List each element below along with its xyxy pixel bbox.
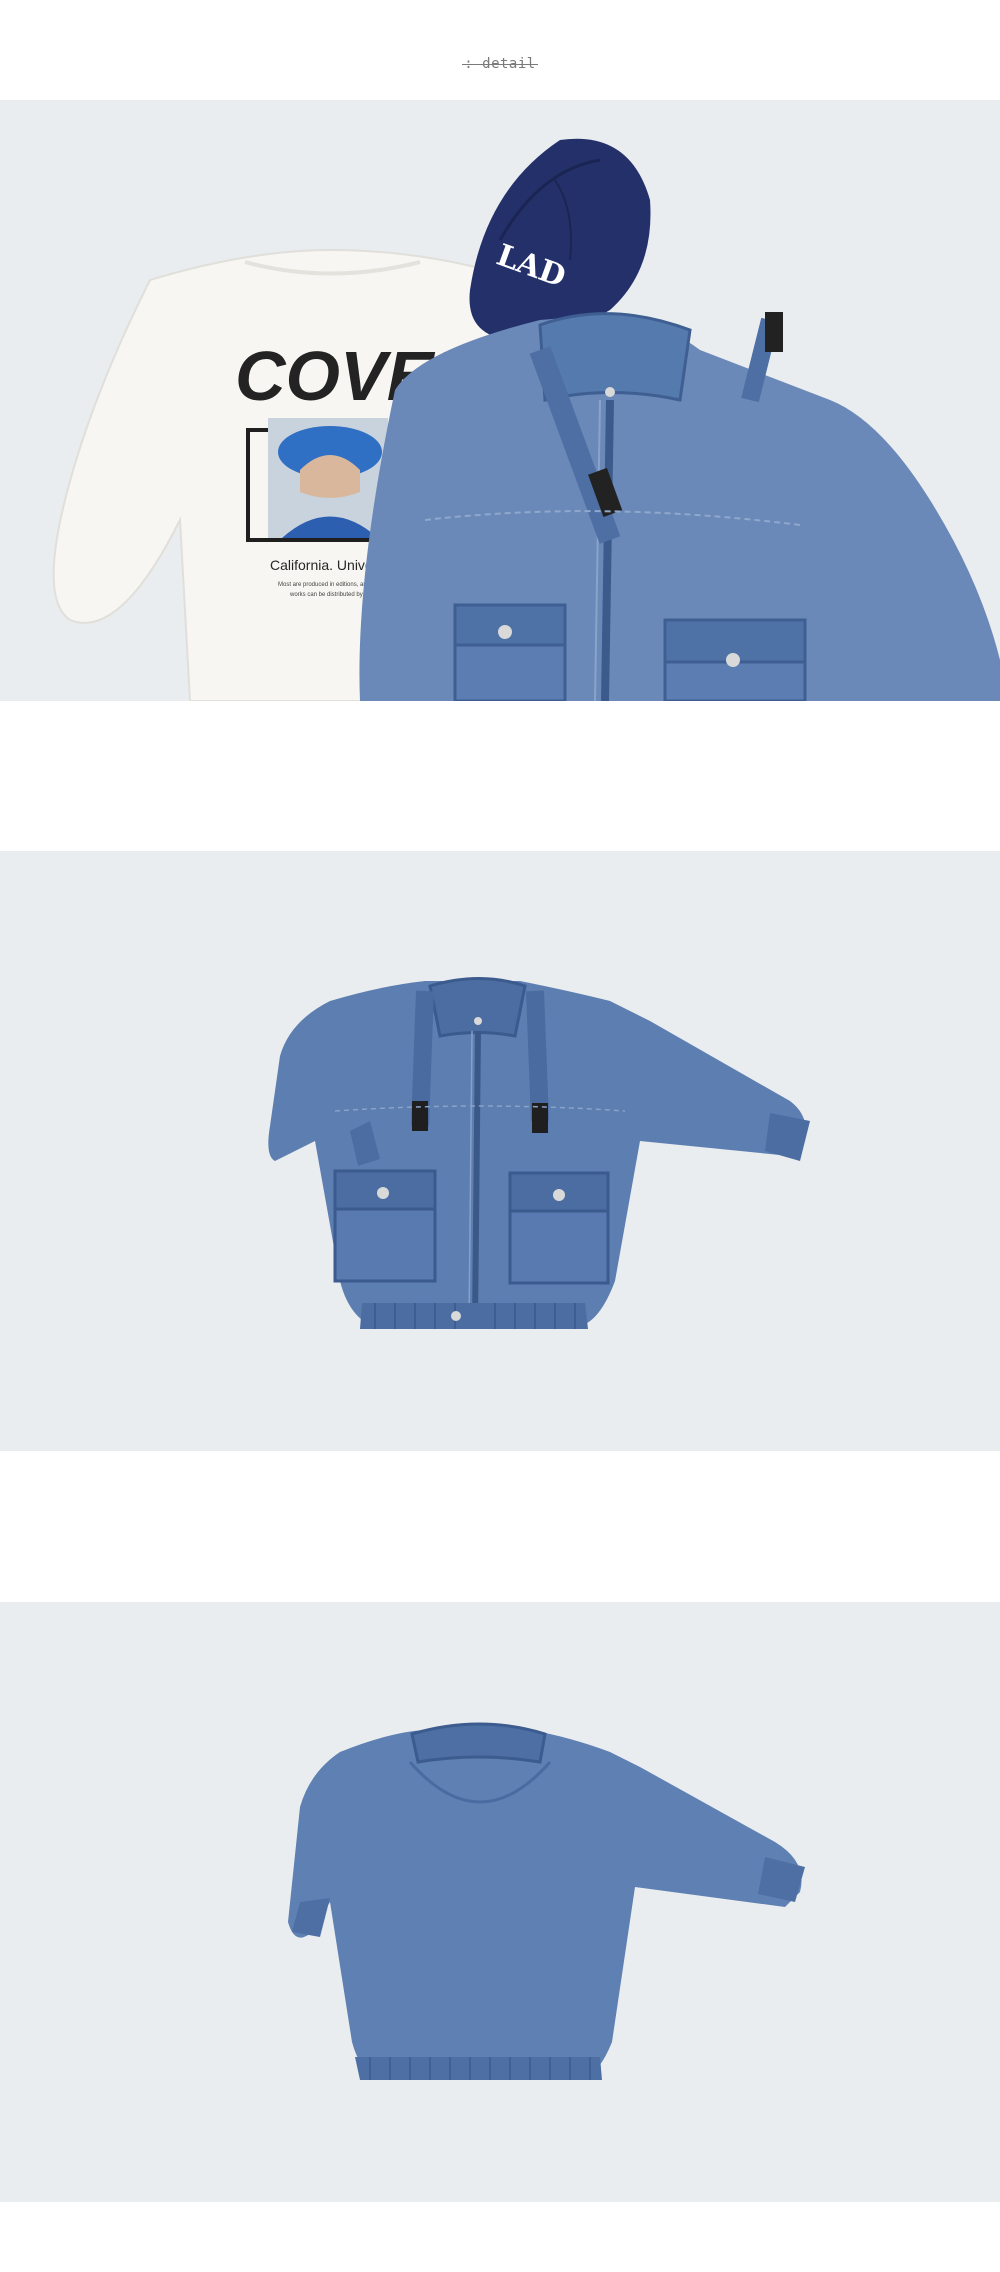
denim-jacket	[359, 312, 1000, 701]
photo-jacket-front	[0, 851, 1000, 1451]
detail-label-text: : detail	[464, 56, 536, 72]
photo-flatlay: COVER California. Univers Most are produ…	[0, 100, 1000, 701]
navy-cap: LAD	[469, 138, 651, 340]
denim-jacket-back	[288, 1722, 805, 2080]
sweatshirt-fine-print-1: Most are produced in editions, and	[278, 582, 370, 588]
sweatshirt-fine-print-2: works can be distributed by	[289, 592, 363, 598]
flatlay-illustration: COVER California. Univers Most are produ…	[52, 138, 1000, 701]
denim-jacket-front	[268, 977, 810, 1329]
jacket-back-illustration	[288, 1722, 805, 2080]
photo-jacket-back	[0, 1602, 1000, 2202]
jacket-front-illustration	[268, 977, 810, 1329]
detail-header: : detail	[0, 0, 1000, 100]
detail-label: : detail	[0, 56, 1000, 72]
